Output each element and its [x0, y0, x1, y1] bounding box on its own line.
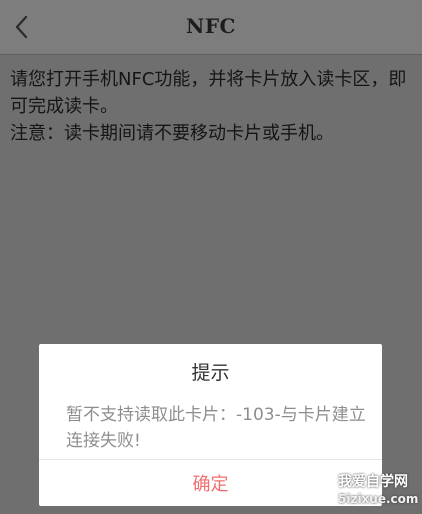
- watermark-title: 我爱自学网: [338, 474, 408, 490]
- instructions: 请您打开手机NFC功能，并将卡片放入读卡区，即可完成读卡。 注意：读卡期间请不要…: [10, 66, 412, 147]
- header-bar: NFC: [0, 0, 422, 55]
- instruction-text: 请您打开手机NFC功能，并将卡片放入读卡区，即可完成读卡。: [10, 69, 407, 117]
- watermark: 我爱自学网 5izixue.com: [338, 474, 418, 508]
- watermark-url: 5izixue.com: [338, 492, 419, 506]
- dialog-message: 暂不支持读取此卡片：-103-与卡片建立连接失败!: [66, 405, 366, 451]
- dialog-title: 提示: [191, 362, 230, 384]
- page-title: NFC: [186, 14, 236, 38]
- alert-dialog: 提示 暂不支持读取此卡片：-103-与卡片建立连接失败! 确定: [39, 344, 382, 506]
- confirm-button[interactable]: 确定: [39, 460, 382, 506]
- note-text: 注意：读卡期间请不要移动卡片或手机。: [10, 123, 334, 144]
